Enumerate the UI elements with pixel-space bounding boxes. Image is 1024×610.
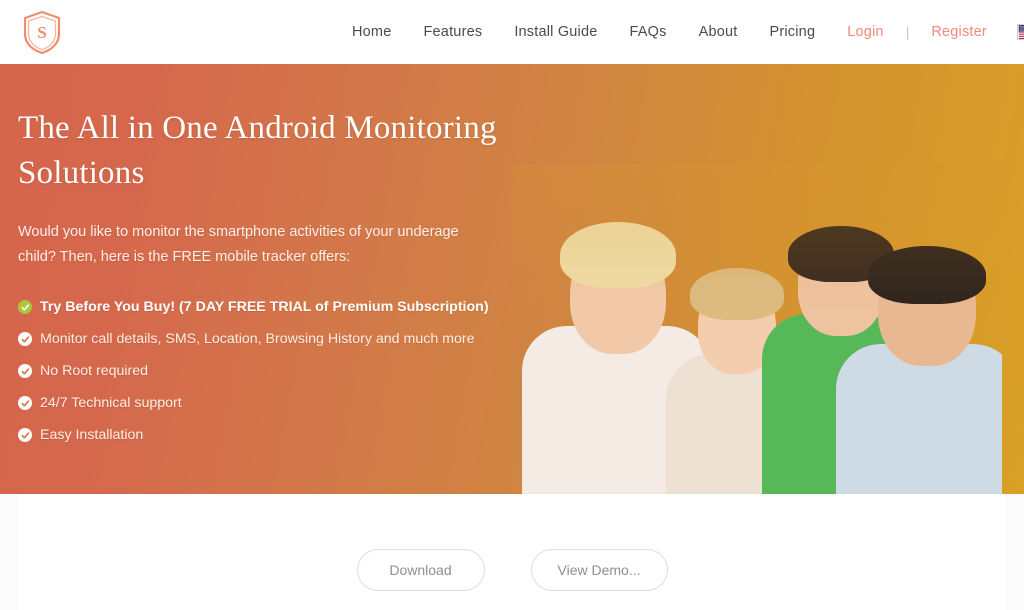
- hero-family-photo: [512, 164, 1002, 494]
- hero-title: The All in One Android Monitoring Soluti…: [18, 110, 497, 191]
- top-navigation-bar: S Home Features Install Guide FAQs About…: [0, 0, 1024, 64]
- check-circle-icon: [18, 428, 32, 442]
- language-selector[interactable]: [1003, 24, 1024, 40]
- check-circle-icon: [18, 332, 32, 346]
- check-circle-icon: [18, 396, 32, 410]
- hero-subtitle: Would you like to monitor the smartphone…: [18, 224, 459, 265]
- hero-feature-item: Try Before You Buy! (7 DAY FREE TRIAL of…: [18, 296, 498, 319]
- download-button[interactable]: Download: [356, 549, 485, 591]
- hero-feature-text: 24/7 Technical support: [40, 395, 182, 411]
- nav-item-about[interactable]: About: [683, 0, 754, 64]
- content-card: Download View Demo...: [18, 494, 1006, 610]
- check-circle-icon: [18, 364, 32, 378]
- hero-feature-text: Try Before You Buy! (7 DAY FREE TRIAL of…: [40, 299, 489, 315]
- hero-feature-item: No Root required: [18, 360, 498, 383]
- hero-copy: The All in One Android Monitoring Soluti…: [18, 106, 518, 456]
- hero-feature-list: Try Before You Buy! (7 DAY FREE TRIAL of…: [18, 296, 518, 447]
- hero-feature-item: Easy Installation: [18, 424, 498, 447]
- hero-feature-item: 24/7 Technical support: [18, 392, 498, 415]
- svg-text:S: S: [37, 23, 46, 42]
- landing-page: S Home Features Install Guide FAQs About…: [0, 0, 1024, 610]
- nav-item-features[interactable]: Features: [407, 0, 498, 64]
- view-demo-button[interactable]: View Demo...: [530, 549, 668, 591]
- nav-links: Home Features Install Guide FAQs About P…: [336, 0, 1024, 64]
- photo-person-father: [836, 222, 1002, 494]
- nav-separator: |: [905, 24, 910, 40]
- shield-icon: S: [23, 10, 61, 54]
- nav-item-login[interactable]: Login: [831, 0, 899, 64]
- hero-feature-item: Monitor call details, SMS, Location, Bro…: [18, 328, 498, 351]
- hero-feature-text: No Root required: [40, 363, 149, 379]
- hero-feature-text: Monitor call details, SMS, Location, Bro…: [40, 331, 475, 347]
- nav-item-install-guide[interactable]: Install Guide: [498, 0, 613, 64]
- nav-item-register[interactable]: Register: [915, 0, 1003, 64]
- cta-button-row: Download View Demo...: [18, 549, 1006, 591]
- check-circle-icon: [18, 300, 32, 314]
- hero-feature-text: Easy Installation: [40, 427, 144, 443]
- hero-banner: The All in One Android Monitoring Soluti…: [0, 64, 1024, 494]
- us-flag-icon: [1016, 24, 1024, 40]
- nav-item-faqs[interactable]: FAQs: [614, 0, 683, 64]
- nav-item-pricing[interactable]: Pricing: [753, 0, 831, 64]
- site-logo[interactable]: S: [20, 8, 64, 56]
- nav-item-home[interactable]: Home: [336, 0, 407, 64]
